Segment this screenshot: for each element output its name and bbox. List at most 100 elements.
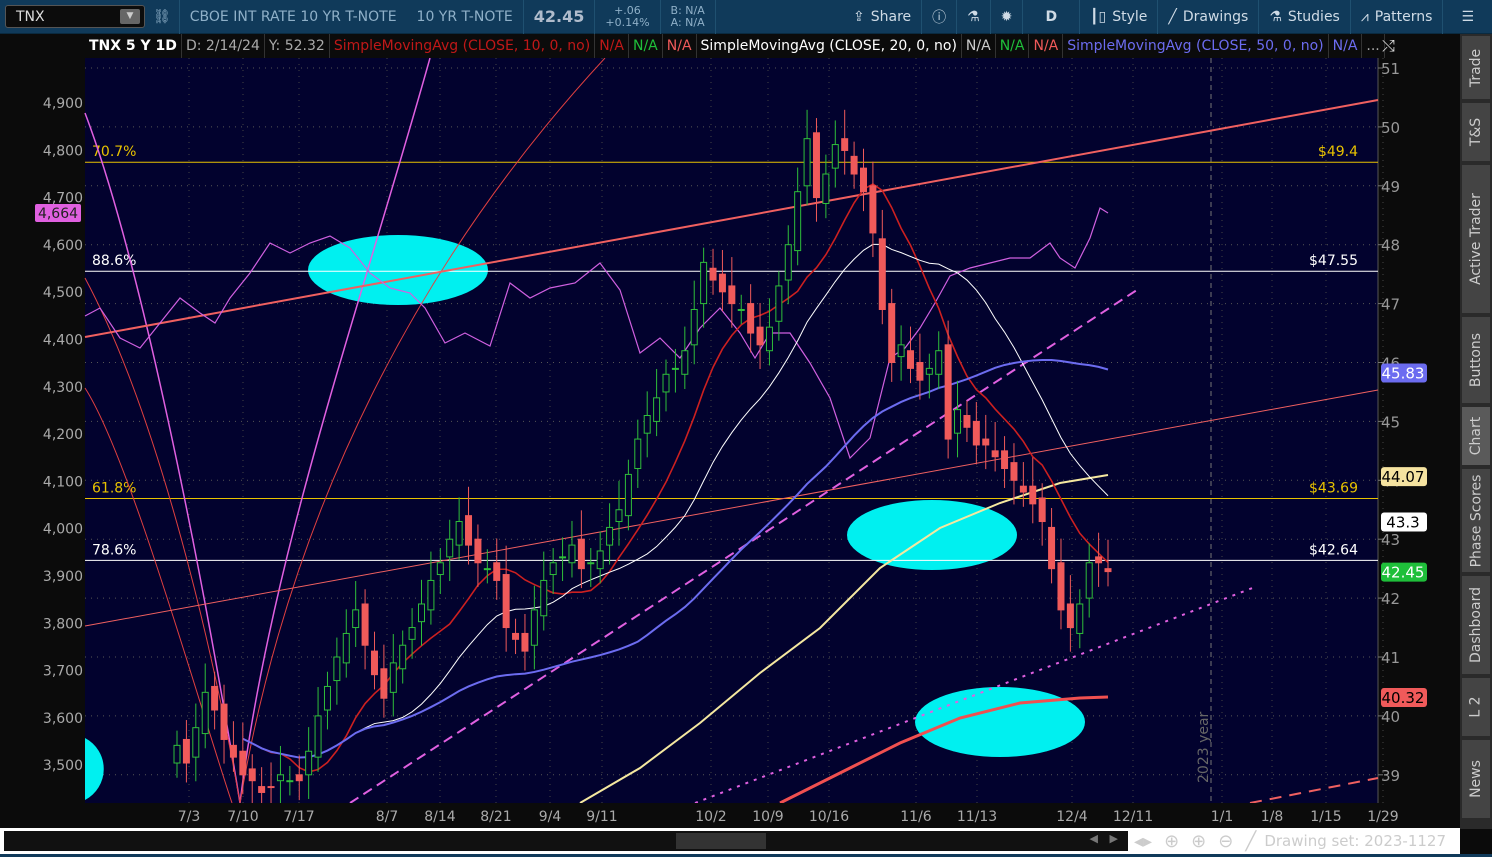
candle-body <box>559 556 567 559</box>
sma10-value: N/A <box>595 34 629 58</box>
drawings-button[interactable]: ╱ Drawings <box>1158 0 1260 34</box>
candle-body <box>530 609 538 646</box>
tab-active-trader[interactable]: Active Trader <box>1462 165 1490 315</box>
candle-body <box>1038 497 1046 523</box>
scroll-right-icon[interactable]: ▶ <box>1110 832 1118 845</box>
candle-body <box>831 144 839 169</box>
candle-body <box>728 285 736 305</box>
candle-body <box>1029 485 1037 505</box>
drawing-set[interactable]: Drawing set: 2023-1127 <box>1264 832 1446 850</box>
right-axis-label: 43 <box>1381 531 1400 549</box>
candle-body <box>982 438 990 446</box>
candle-body <box>352 609 360 629</box>
cursor-date: D: 2/14/24 <box>182 34 265 58</box>
expand-icon[interactable]: ◂▸ <box>1134 831 1152 852</box>
candle-body <box>248 768 256 782</box>
symbol-selector[interactable]: TNX ▼ <box>5 5 145 28</box>
candle-body <box>502 574 510 629</box>
candle-body <box>859 167 867 193</box>
info-button[interactable]: ⓘ <box>922 0 958 34</box>
tab-label: News <box>1468 760 1484 798</box>
date-label: 7/3 <box>178 809 201 825</box>
date-label: 10/16 <box>809 809 849 825</box>
right-axis-label: 39 <box>1381 767 1400 785</box>
draw-line-icon[interactable]: ╱ <box>1245 831 1256 852</box>
style-label: Style <box>1112 8 1148 25</box>
aggregation-button[interactable]: D <box>1023 0 1081 34</box>
tab-news[interactable]: News <box>1462 740 1490 820</box>
zoom-out-icon[interactable]: ⊖ <box>1218 831 1233 852</box>
tab-label: T&S <box>1468 117 1485 147</box>
candle-body <box>794 191 802 252</box>
candle-body <box>512 632 520 640</box>
patterns-button[interactable]: ⩘ Patterns <box>1351 0 1444 34</box>
candle-body <box>540 579 548 617</box>
chevron-down-icon[interactable]: ▼ <box>120 9 140 24</box>
left-axis-label: 3,900 <box>43 569 83 585</box>
ellipse[interactable] <box>308 235 488 305</box>
candle-body <box>568 544 576 564</box>
candle-body <box>1048 526 1056 570</box>
sma50-value: N/A <box>1329 34 1363 58</box>
sma20-down: N/A <box>1029 34 1064 58</box>
scroll-left-icon[interactable]: ◀ <box>1090 832 1098 845</box>
bid: B: N/A <box>670 3 705 17</box>
scrollbar-thumb[interactable] <box>676 833 766 849</box>
menu-button[interactable]: ☰ <box>1443 0 1492 34</box>
patterns-label: Patterns <box>1374 8 1433 25</box>
sma20-label[interactable]: SimpleMovingAvg (CLOSE, 20, 0, no) <box>697 34 962 58</box>
candle-body <box>1010 462 1018 481</box>
candle-body <box>314 715 322 758</box>
candle-body <box>173 744 181 764</box>
candle-body <box>1066 603 1074 629</box>
candle-body <box>1076 603 1084 634</box>
share-button[interactable]: ⇪ Share <box>843 0 923 34</box>
candle-body <box>775 285 783 322</box>
style-button[interactable]: ┃▯ Style <box>1080 0 1159 34</box>
candle-body <box>596 550 604 570</box>
candle-body <box>907 350 915 369</box>
flask-button[interactable]: ⚗ <box>957 0 991 34</box>
candle-body <box>822 173 830 204</box>
collapse-icon[interactable]: ⤭ <box>1382 36 1395 56</box>
candle-body <box>361 603 369 646</box>
link-icon[interactable]: ⛓ <box>145 0 180 34</box>
sma50-label[interactable]: SimpleMovingAvg (CLOSE, 50, 0, no) <box>1063 34 1329 58</box>
tab-phase-scores[interactable]: Phase Scores <box>1462 469 1490 574</box>
candle-body <box>803 138 811 187</box>
candle-body <box>850 155 858 175</box>
crosshair-icon[interactable]: ⊕ <box>1164 831 1179 852</box>
candle-body <box>653 397 661 422</box>
settings-button[interactable]: ✹ <box>991 0 1024 34</box>
left-axis-label: 3,600 <box>43 711 83 727</box>
candle-body <box>662 373 670 393</box>
ellipse[interactable] <box>915 687 1085 757</box>
candle-body <box>474 538 482 564</box>
price-chart[interactable]: 2023 year 70.7% $49.488.6% $47.5561.8% $43.… <box>0 58 1460 828</box>
chart-scrollbar[interactable]: ◀ ▶ <box>4 831 1128 851</box>
study-header: TNX 5 Y 1D D: 2/14/24 Y: 52.32 SimpleMov… <box>85 34 1385 58</box>
date-axis-bg <box>0 803 1460 828</box>
date-label: 7/17 <box>283 809 314 825</box>
tab-t-s[interactable]: T&S <box>1462 103 1490 163</box>
tab-l-2[interactable]: L 2 <box>1462 678 1490 738</box>
left-axis-label: 4,400 <box>43 333 83 349</box>
candle-body <box>380 668 388 699</box>
tab-buttons[interactable]: Buttons <box>1462 317 1490 405</box>
tab-trade[interactable]: Trade <box>1462 36 1490 101</box>
flask-icon: ⚗ <box>1269 8 1282 25</box>
candle-body <box>709 267 717 281</box>
candle-icon: ┃▯ <box>1090 8 1107 25</box>
right-axis-label: 47 <box>1381 296 1400 314</box>
date-label: 11/6 <box>900 809 932 825</box>
sma10-label[interactable]: SimpleMovingAvg (CLOSE, 10, 0, no) <box>330 34 596 58</box>
tab-dashboard[interactable]: Dashboard <box>1462 576 1490 676</box>
zoom-in-icon[interactable]: ⊕ <box>1191 831 1206 852</box>
date-label: 8/14 <box>424 809 456 825</box>
tab-chart[interactable]: Chart <box>1462 407 1490 467</box>
list-icon: ☰ <box>1461 8 1474 25</box>
ellipse[interactable] <box>847 500 1017 570</box>
studies-button[interactable]: ⚗ Studies <box>1259 0 1351 34</box>
candle-body <box>370 650 378 676</box>
candle-body <box>878 238 886 310</box>
